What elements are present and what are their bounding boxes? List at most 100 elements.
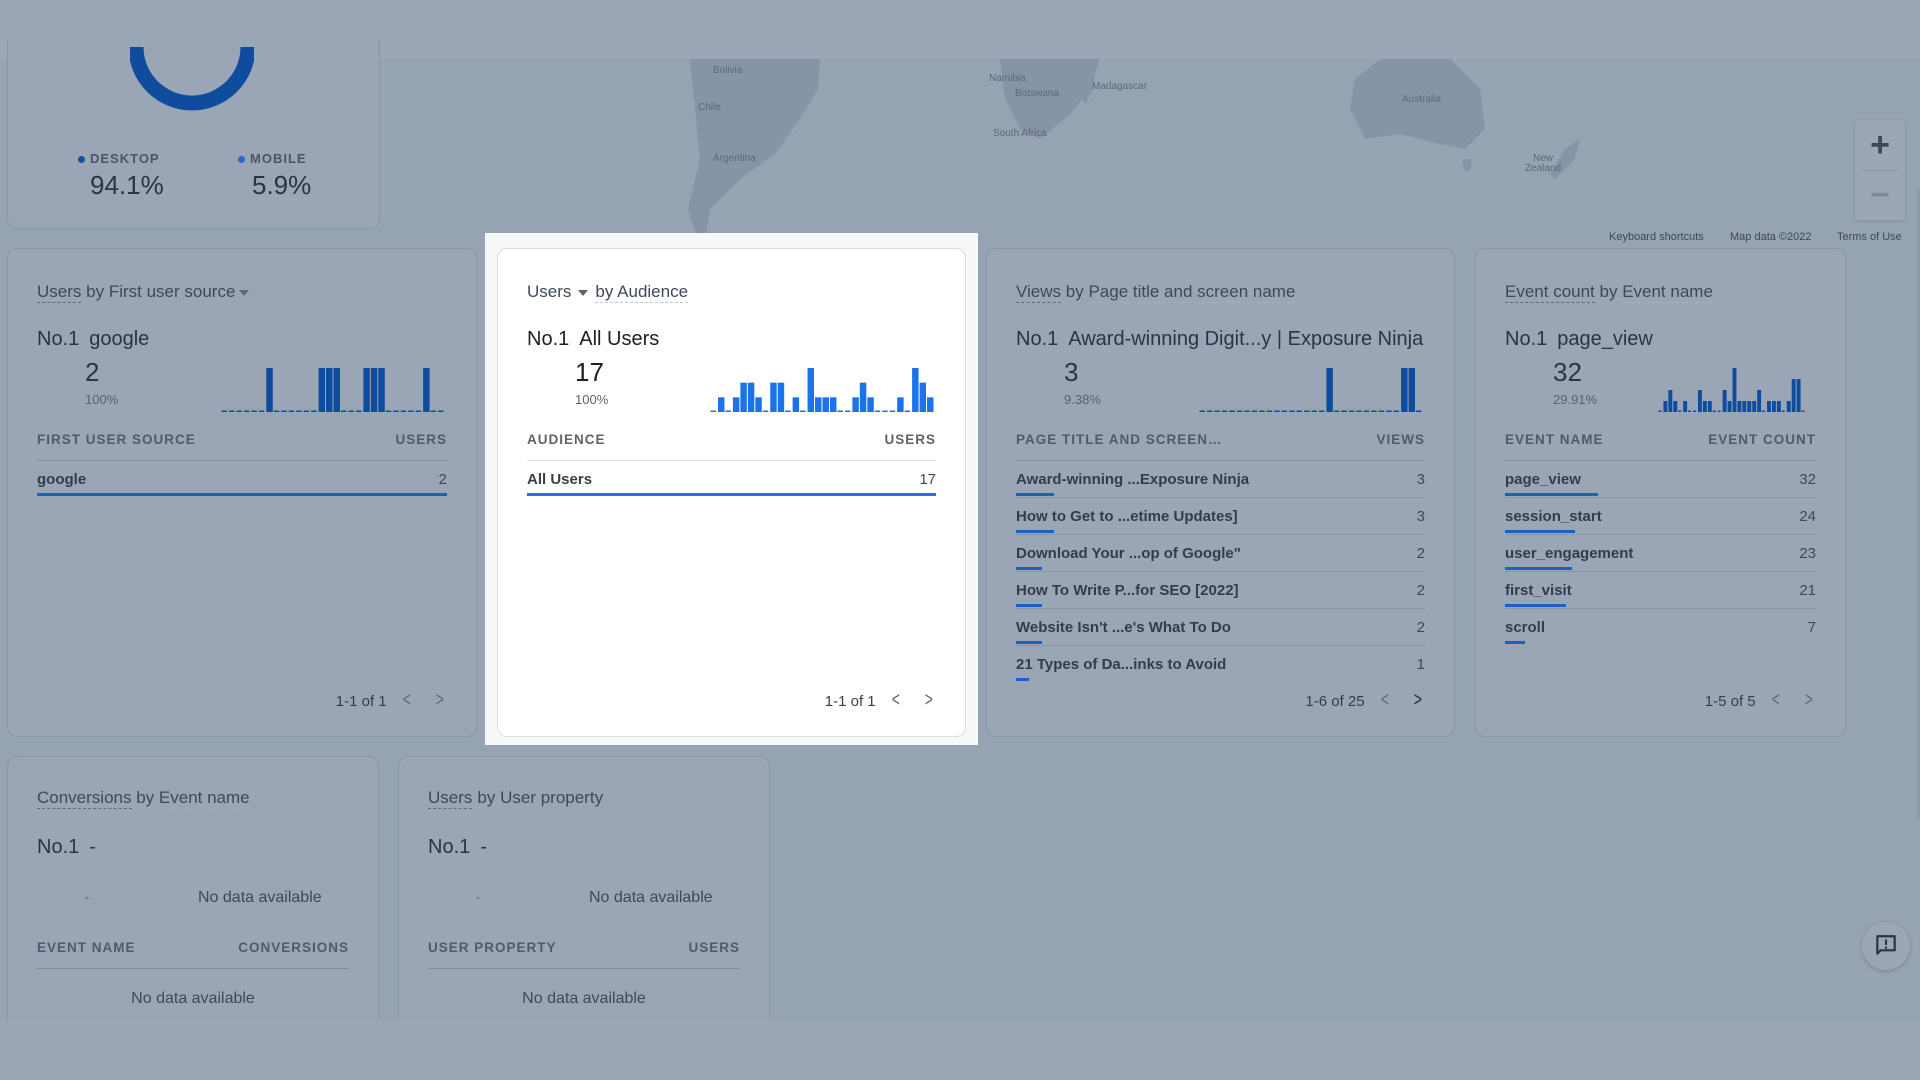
by-label: by	[131, 788, 159, 807]
dimension-label[interactable]: Page title and screen name	[1088, 282, 1296, 303]
row-dimension-value[interactable]: google	[37, 471, 86, 488]
terms-of-use-link[interactable]: Terms of Use	[1837, 231, 1902, 243]
table-row[interactable]: Download Your ...op of Google" 2	[1016, 535, 1425, 572]
column-header-metric[interactable]: CONVERSIONS	[238, 940, 349, 955]
sparkline-zero-tick	[1251, 410, 1258, 412]
sparkline-bar	[363, 368, 370, 412]
map-zoom-controls: + −	[1855, 120, 1905, 220]
chevron-left-icon[interactable]: <	[1771, 689, 1779, 712]
table-row[interactable]: How To Write P...for SEO [2022] 2	[1016, 572, 1425, 609]
metric-selector[interactable]: Users	[428, 788, 473, 809]
metric-selector[interactable]: Views	[1016, 282, 1062, 303]
dimension-label[interactable]: by First user source	[81, 282, 235, 301]
dimension-label[interactable]: by User property	[477, 788, 603, 807]
sparkline-zero-tick	[438, 410, 444, 412]
sparkline-zero-tick	[785, 410, 791, 412]
sparkline-bar	[1786, 401, 1791, 412]
sparkline-zero-tick	[837, 410, 843, 412]
table-row[interactable]: first_visit 21	[1505, 572, 1816, 609]
table-row[interactable]: session_start 24	[1505, 498, 1816, 535]
sparkline-bar	[755, 397, 762, 412]
zoom-out-button[interactable]: −	[1855, 170, 1905, 220]
column-header-metric[interactable]: VIEWS	[1376, 432, 1425, 447]
table-row[interactable]: 21 Types of Da...inks to Avoid 1	[1016, 646, 1425, 683]
minus-icon: −	[1870, 175, 1890, 214]
dimension-label[interactable]: by Audience	[595, 282, 689, 303]
column-header-metric[interactable]: EVENT COUNT	[1708, 432, 1816, 447]
top-item-percent: 9.38%	[1064, 392, 1101, 407]
table-row[interactable]: All Users 17	[527, 461, 936, 498]
metric-selector[interactable]: Users	[37, 282, 82, 303]
sparkline-bar	[897, 397, 904, 412]
south-america-shape	[688, 59, 820, 241]
top-item-name: Award-winning Digit...y | Exposure Ninja	[1068, 328, 1424, 350]
column-header-metric[interactable]: USERS	[688, 940, 740, 955]
row-dimension-value[interactable]: 21 Types of Da...inks to Avoid	[1016, 656, 1226, 673]
sparkline-zero-tick	[1274, 410, 1280, 412]
sparkline-chart	[710, 368, 934, 412]
world-map[interactable]: Bolivia Chile Argentina Namibia Botswana…	[380, 59, 1920, 241]
top-item-value: 17	[575, 357, 604, 387]
row-dimension-value[interactable]: How to Get to ...etime Updates]	[1016, 508, 1238, 525]
row-dimension-value[interactable]: Website Isn't ...e's What To Do	[1016, 619, 1231, 636]
sparkline-zero-tick	[348, 410, 354, 412]
chevron-left-icon[interactable]: <	[891, 689, 899, 712]
column-header-dimension: FIRST USER SOURCE	[37, 432, 196, 447]
row-dimension-value[interactable]: scroll	[1505, 619, 1545, 636]
sparkline-zero-tick	[273, 410, 280, 412]
sparkline-zero-tick	[1378, 410, 1385, 412]
chevron-left-icon[interactable]: <	[402, 689, 410, 712]
dropdown-caret-icon[interactable]	[239, 289, 250, 296]
row-dimension-value[interactable]: user_engagement	[1505, 545, 1633, 562]
metric-selector[interactable]: Conversions	[37, 788, 132, 809]
sparkline-zero-tick	[904, 410, 911, 412]
chevron-right-icon[interactable]: >	[436, 689, 444, 712]
sparkline-zero-tick	[303, 410, 310, 412]
sparkline-zero-tick	[1371, 410, 1377, 412]
top-item-percent: 100%	[85, 392, 119, 407]
row-dimension-value[interactable]: session_start	[1505, 508, 1602, 525]
keyboard-shortcuts-link[interactable]: Keyboard shortcuts	[1609, 231, 1704, 243]
send-feedback-button[interactable]	[1862, 922, 1910, 970]
dimension-label[interactable]: Event name	[1622, 282, 1713, 303]
column-header-metric[interactable]: USERS	[395, 432, 447, 447]
zoom-in-button[interactable]: +	[1855, 120, 1905, 170]
top-item-name: -	[480, 836, 487, 858]
column-header-metric[interactable]: USERS	[884, 432, 936, 447]
pagination-label: 1-6 of 25	[1305, 693, 1365, 710]
row-dimension-value[interactable]: Download Your ...op of Google"	[1016, 545, 1241, 562]
table-row[interactable]: scroll 7	[1505, 609, 1816, 646]
row-metric-value: 1	[1416, 656, 1425, 673]
sparkline-zero-tick	[1678, 410, 1682, 412]
row-dimension-value[interactable]: first_visit	[1505, 582, 1572, 599]
metric-selector[interactable]: Event count	[1505, 282, 1595, 303]
chevron-right-icon[interactable]: >	[1805, 689, 1813, 712]
sparkline-bar	[852, 397, 859, 412]
table-row[interactable]: How to Get to ...etime Updates] 3	[1016, 498, 1425, 535]
chevron-left-icon[interactable]: <	[1380, 689, 1388, 712]
row-dimension-value[interactable]: How To Write P...for SEO [2022]	[1016, 582, 1239, 599]
table-row[interactable]: google 2	[37, 461, 447, 498]
table-row[interactable]: Website Isn't ...e's What To Do 2	[1016, 609, 1425, 646]
row-metric-value: 2	[1416, 545, 1425, 562]
by-label: by	[1061, 282, 1089, 301]
sparkline-bar	[423, 368, 430, 412]
chevron-right-icon[interactable]: >	[1414, 689, 1422, 712]
sparkline-zero-tick	[385, 410, 392, 412]
dimension-label[interactable]: Event name	[158, 788, 250, 809]
rank-label: No.1	[527, 328, 570, 350]
sparkline-bar	[1757, 390, 1762, 412]
metric-selector[interactable]: Users	[527, 282, 571, 301]
table-row[interactable]: page_view 32	[1505, 461, 1816, 498]
chevron-right-icon[interactable]: >	[925, 689, 933, 712]
top-item-value: 3	[1064, 357, 1079, 387]
row-dimension-value[interactable]: Award-winning ...Exposure Ninja	[1016, 471, 1249, 488]
pagination: 1-6 of 25 < >	[1305, 689, 1424, 712]
table-row[interactable]: Award-winning ...Exposure Ninja 3	[1016, 461, 1425, 498]
row-dimension-value[interactable]: All Users	[527, 471, 592, 488]
sparkline-zero-tick	[1386, 410, 1392, 412]
sparkline-zero-tick	[1199, 410, 1205, 412]
table-row[interactable]: user_engagement 23	[1505, 535, 1816, 572]
dropdown-caret-icon[interactable]	[578, 289, 589, 296]
row-dimension-value[interactable]: page_view	[1505, 471, 1581, 488]
